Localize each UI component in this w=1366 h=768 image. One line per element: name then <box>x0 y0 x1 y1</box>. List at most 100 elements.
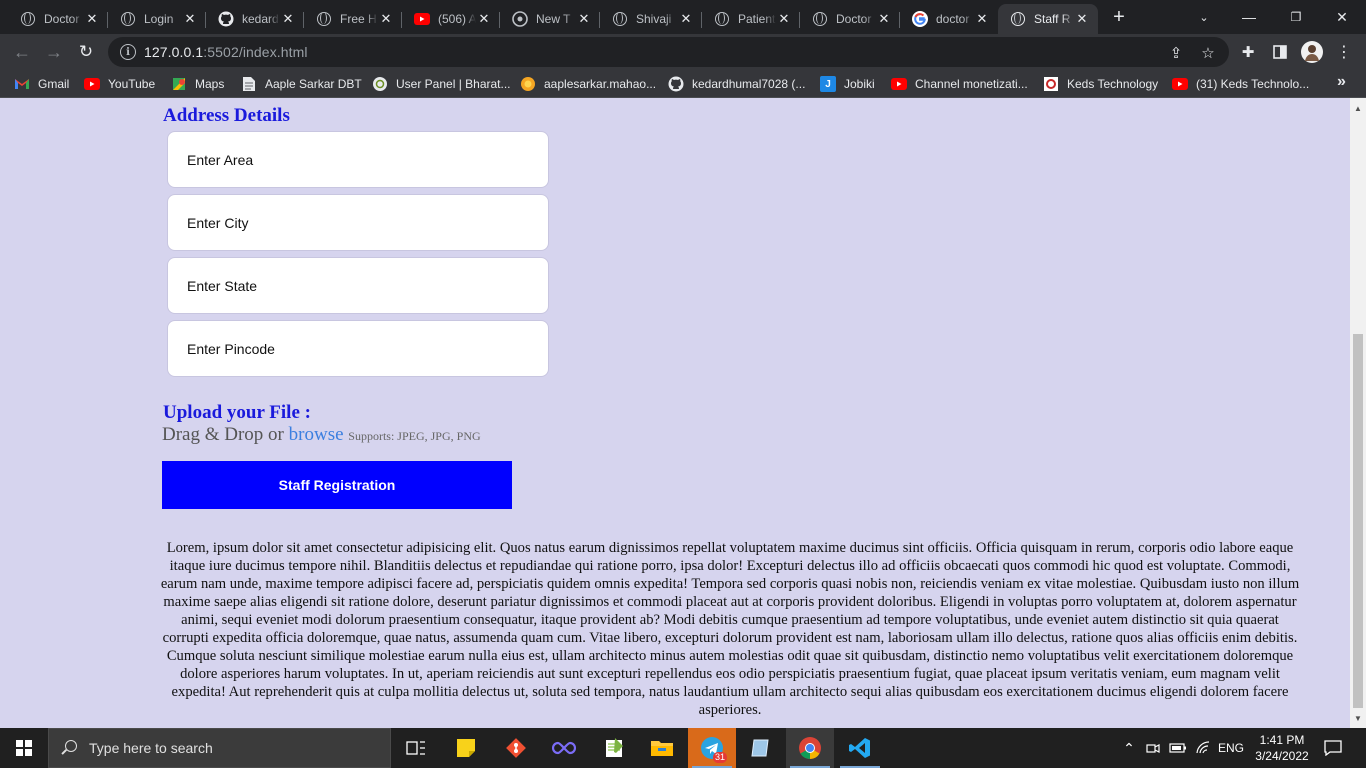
forward-button[interactable]: → <box>40 38 68 66</box>
close-icon[interactable]: ✕ <box>876 11 892 27</box>
youtube-icon <box>414 11 430 27</box>
tab-patient[interactable]: Patient ✕ <box>702 4 800 34</box>
bookmark-keds-technology[interactable]: Keds Technology <box>1043 75 1158 93</box>
globe-icon <box>20 11 36 27</box>
close-icon[interactable]: ✕ <box>182 11 198 27</box>
pincode-input[interactable] <box>167 320 549 377</box>
bookmark-gmail[interactable]: Gmail <box>14 75 69 93</box>
taskbar-search[interactable]: Type here to search <box>48 728 391 768</box>
tab-google[interactable]: doctor ✕ <box>900 4 998 34</box>
github-icon <box>668 76 684 92</box>
sticky-notes-icon[interactable] <box>442 728 490 768</box>
window-close-button[interactable]: ✕ <box>1328 4 1356 30</box>
close-icon[interactable]: ✕ <box>974 11 990 27</box>
menu-icon[interactable]: ⋮ <box>1330 38 1358 66</box>
language-indicator[interactable]: ENG <box>1216 728 1246 768</box>
close-icon[interactable]: ✕ <box>84 11 100 27</box>
bookmark-label: (31) Keds Technolo... <box>1196 77 1310 91</box>
extensions-icon[interactable]: ✚ <box>1234 38 1262 66</box>
meet-now-icon[interactable] <box>1144 728 1162 768</box>
telegram-icon[interactable]: 31 <box>688 728 736 768</box>
tab-staff-active[interactable]: Staff R ✕ <box>998 4 1098 34</box>
chrome-icon[interactable] <box>786 728 834 768</box>
file-drop-zone[interactable]: Drag & Drop or browse Supports: JPEG, JP… <box>162 424 481 446</box>
bookmark-jobiki[interactable]: J Jobiki <box>820 75 875 93</box>
bookmark-label: User Panel | Bharat... <box>396 77 511 91</box>
bookmark-maps[interactable]: Maps <box>171 75 224 93</box>
close-icon[interactable]: ✕ <box>1074 11 1090 27</box>
close-icon[interactable]: ✕ <box>476 11 492 27</box>
tab-title: Shivaji <box>636 12 672 26</box>
close-icon[interactable]: ✕ <box>678 11 694 27</box>
new-tab-button[interactable]: + <box>1105 4 1133 30</box>
battery-icon[interactable] <box>1168 728 1188 768</box>
youtube-icon <box>891 76 907 92</box>
bookmark-aaple-sarkar[interactable]: Aaple Sarkar DBT <box>241 75 362 93</box>
tab-login[interactable]: Login ✕ <box>108 4 206 34</box>
vscode-icon[interactable] <box>836 728 884 768</box>
restore-button[interactable]: ❐ <box>1282 4 1310 30</box>
sun-icon <box>520 76 536 92</box>
task-view-icon[interactable] <box>392 728 440 768</box>
notifications-icon[interactable] <box>1320 728 1346 768</box>
area-input[interactable] <box>167 131 549 188</box>
bookmark-aaplesarkar[interactable]: aaplesarkar.mahao... <box>520 75 656 93</box>
system-clock[interactable]: 1:41 PM 3/24/2022 <box>1250 732 1314 764</box>
globe-icon <box>714 11 730 27</box>
side-panel-icon[interactable] <box>1266 38 1294 66</box>
tab-github[interactable]: kedard ✕ <box>206 4 304 34</box>
site-info-icon[interactable]: i <box>120 44 136 60</box>
scrollbar-thumb[interactable] <box>1353 334 1363 708</box>
close-icon[interactable]: ✕ <box>776 11 792 27</box>
wifi-icon[interactable] <box>1193 728 1213 768</box>
bookmark-label: Keds Technology <box>1067 77 1159 91</box>
tab-search-button[interactable]: ⌄ <box>1190 4 1218 30</box>
start-button[interactable] <box>0 728 48 768</box>
reload-button[interactable]: ↻ <box>72 38 100 66</box>
page-scrollbar[interactable]: ▲ ▼ <box>1350 98 1366 728</box>
bookmark-user-panel[interactable]: User Panel | Bharat... <box>372 75 511 93</box>
bookmark-github[interactable]: kedardhumal7028 (... <box>668 75 805 93</box>
scroll-up-arrow[interactable]: ▲ <box>1350 100 1366 116</box>
tab-title: Doctor <box>44 12 80 26</box>
bookmark-label: Jobiki <box>844 77 875 91</box>
notebook-app-icon[interactable] <box>736 728 784 768</box>
minimize-button[interactable]: — <box>1235 4 1263 30</box>
city-input[interactable] <box>167 194 549 251</box>
notepad-plus-plus-icon[interactable] <box>590 728 638 768</box>
bookmark-youtube[interactable]: YouTube <box>84 75 155 93</box>
close-icon[interactable]: ✕ <box>378 11 394 27</box>
tab-shivaji[interactable]: Shivaji ✕ <box>600 4 702 34</box>
address-bar[interactable]: i 127.0.0.1:5502/index.html ⇪ ☆ <box>108 37 1229 67</box>
tab-new[interactable]: New T ✕ <box>500 4 600 34</box>
bookmark-star-icon[interactable]: ☆ <box>1199 44 1217 62</box>
search-placeholder: Type here to search <box>89 740 213 756</box>
profile-avatar[interactable] <box>1298 38 1326 66</box>
state-input[interactable] <box>167 257 549 314</box>
staff-registration-button[interactable]: Staff Registration <box>162 461 512 509</box>
globe-icon <box>1010 11 1026 27</box>
tab-free[interactable]: Free H ✕ <box>304 4 402 34</box>
tab-doctor-1[interactable]: Doctor ✕ <box>8 4 108 34</box>
bookmark-keds-youtube[interactable]: (31) Keds Technolo... <box>1172 75 1309 93</box>
close-icon[interactable]: ✕ <box>576 11 592 27</box>
tray-overflow-icon[interactable]: ⌃ <box>1120 728 1138 768</box>
bookmark-channel-monetization[interactable]: Channel monetizati... <box>891 75 1028 93</box>
bookmarks-overflow-button[interactable]: » <box>1337 73 1346 91</box>
tab-doctor-2[interactable]: Doctor ✕ <box>800 4 900 34</box>
tab-title: Free H <box>340 12 377 26</box>
file-explorer-icon[interactable] <box>638 728 686 768</box>
browse-link[interactable]: browse <box>289 424 344 445</box>
share-icon[interactable]: ⇪ <box>1167 44 1185 62</box>
tab-title: Patient <box>738 12 776 26</box>
tab-youtube[interactable]: (506) A ✕ <box>402 4 500 34</box>
infinity-app-icon[interactable] <box>540 728 588 768</box>
globe-icon <box>612 11 628 27</box>
windows-taskbar: Type here to search 31 ⌃ ENG 1:41 PM 3/2… <box>0 728 1366 768</box>
back-button[interactable]: ← <box>8 38 36 66</box>
close-icon[interactable]: ✕ <box>280 11 296 27</box>
scroll-down-arrow[interactable]: ▼ <box>1350 710 1366 726</box>
tab-title: doctor <box>936 12 970 26</box>
youtube-icon <box>1172 76 1188 92</box>
git-icon[interactable] <box>492 728 540 768</box>
